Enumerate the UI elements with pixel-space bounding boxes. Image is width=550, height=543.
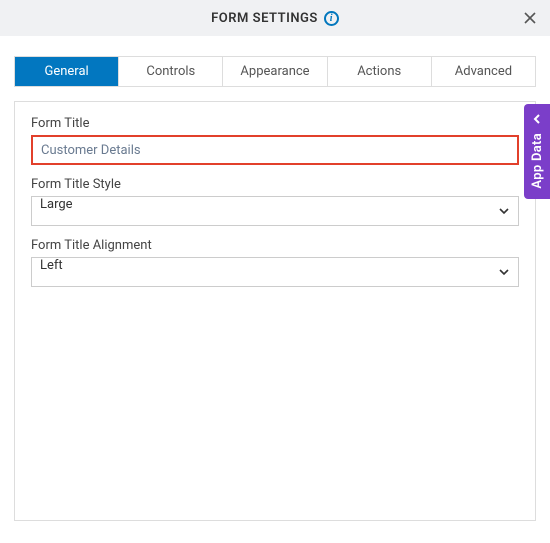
form-title-style-label: Form Title Style bbox=[31, 177, 519, 192]
field-form-title: Form Title bbox=[31, 116, 519, 165]
form-title-input[interactable] bbox=[31, 135, 519, 165]
tab-appearance[interactable]: Appearance bbox=[223, 57, 327, 86]
close-icon bbox=[523, 11, 537, 25]
chevron-left-icon bbox=[531, 110, 543, 129]
field-form-title-alignment: Form Title Alignment Left bbox=[31, 238, 519, 287]
settings-panel: Form Title Form Title Style Large Form T… bbox=[14, 101, 536, 521]
info-icon[interactable]: i bbox=[324, 11, 339, 26]
tab-controls[interactable]: Controls bbox=[119, 57, 223, 86]
page-title: FORM SETTINGS bbox=[211, 11, 318, 26]
tab-actions[interactable]: Actions bbox=[328, 57, 432, 86]
app-data-label: App Data bbox=[530, 133, 545, 189]
form-title-alignment-label: Form Title Alignment bbox=[31, 238, 519, 253]
field-form-title-style: Form Title Style Large bbox=[31, 177, 519, 226]
form-title-alignment-select[interactable]: Left bbox=[31, 257, 519, 287]
close-button[interactable] bbox=[520, 8, 540, 28]
titlebar: FORM SETTINGS i bbox=[0, 0, 550, 36]
tab-advanced[interactable]: Advanced bbox=[432, 57, 535, 86]
form-title-style-select[interactable]: Large bbox=[31, 196, 519, 226]
form-title-label: Form Title bbox=[31, 116, 519, 131]
app-data-drawer-handle[interactable]: App Data bbox=[524, 104, 550, 199]
page-title-wrap: FORM SETTINGS i bbox=[211, 11, 339, 26]
tabs: General Controls Appearance Actions Adva… bbox=[14, 56, 536, 87]
tab-general[interactable]: General bbox=[15, 57, 119, 86]
